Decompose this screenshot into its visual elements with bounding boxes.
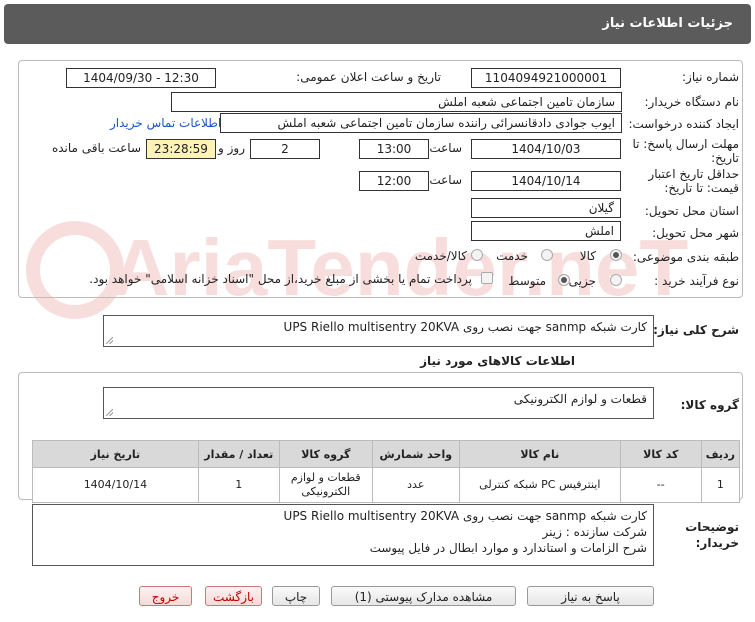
goods-group-text: قطعات و لوازم الکترونیکی [513,392,647,406]
buyer-notes-label: توضیحات [685,520,739,534]
price-validity-time-field[interactable]: 12:00 [359,171,429,191]
need-number-field[interactable]: 1104094921000001 [471,68,621,88]
table-cell: 1404/10/14 [32,467,199,503]
back-button[interactable]: بازگشت [205,586,262,606]
treasury-payment-checkbox[interactable] [481,272,493,284]
days-field[interactable]: 2 [250,139,320,159]
city-label: شهر محل تحویل: [652,226,739,240]
buyer-contact-link[interactable]: اطلاعات تماس خریدار [110,116,221,130]
reply-deadline-label: مهلت ارسال پاسخ: تا [632,137,739,151]
attachments-button[interactable]: مشاهده مدارک پیوستی (1) [331,586,516,606]
table-header-row: ردیف کد کالا نام کالا واحد شمارش گروه کا… [32,440,741,468]
buyer-notes-line: شرح الزامات و استاندارد و موارد ابطال در… [369,541,647,555]
city-field[interactable]: املش [471,221,621,241]
page-header: جزئیات اطلاعات نیاز [4,4,751,44]
reply-button[interactable]: پاسخ به نیاز [527,586,654,606]
column-header: ردیف [700,440,741,468]
category-label: طبقه بندی موضوعی: [632,250,739,264]
column-header: نام کالا [458,440,621,468]
goods-table: ردیف کد کالا نام کالا واحد شمارش گروه کا… [32,440,741,503]
announce-datetime-field[interactable]: 1404/09/30 - 12:30 [66,68,216,88]
days-label: روز و [218,141,245,155]
price-validity-label: حداقل تاریخ اعتبار [648,167,739,181]
table-cell: قطعات و لوازم الکترونیکی [278,467,373,503]
category-radio-service[interactable] [541,249,553,261]
reply-deadline-label-2: تاریخ: [711,151,739,165]
column-header: تاریخ نیاز [32,440,199,468]
goods-info-title: اطلاعات کالاهای مورد نیاز [420,354,575,368]
purchase-type-label: نوع فرآیند خرید : [654,274,739,288]
summary-text: کارت شبکه sanmp جهت نصب روی UPS Riello m… [283,320,647,334]
price-validity-date-field[interactable]: 1404/10/14 [471,171,621,191]
remaining-time-field: 23:28:59 [146,139,216,159]
treasury-payment-note: پرداخت تمام یا بخشی از مبلغ خرید،از محل … [89,272,472,286]
province-field[interactable]: گیلان [471,198,621,218]
table-row[interactable]: 1 -- اینترفیس PC شبکه کنترلی عدد قطعات و… [32,467,741,503]
requester-field[interactable]: ایوب جوادی دادقانسرائی راننده سازمان تام… [220,113,622,133]
need-number-label: شماره نیاز: [682,70,739,84]
category-option-goods: کالا [579,249,596,263]
summary-label: شرح کلی نیاز: [653,323,739,337]
table-cell: 1 [700,467,741,503]
remaining-label: ساعت باقی مانده [51,141,141,155]
province-label: استان محل تحویل: [644,204,739,218]
price-validity-time-label: ساعت [429,173,462,187]
buyer-notes-line: کارت شبکه sanmp جهت نصب روی UPS Riello m… [283,509,647,523]
column-header: کد کالا [619,440,702,468]
purchase-type-radio-medium[interactable] [558,274,570,286]
purchase-type-option-minor: جزیی [568,274,596,288]
print-button[interactable]: چاپ [272,586,320,606]
goods-group-field[interactable]: قطعات و لوازم الکترونیکی [103,387,654,419]
buyer-notes-field[interactable]: کارت شبکه sanmp جهت نصب روی UPS Riello m… [32,504,654,566]
category-option-service: خدمت [496,249,528,263]
table-cell: 1 [197,467,280,503]
column-header: گروه کالا [278,440,373,468]
column-header: واحد شمارش [371,440,460,468]
table-cell: اینترفیس PC شبکه کنترلی [458,467,621,503]
buyer-notes-line: شرکت سازنده : زینر [542,525,647,539]
purchase-type-option-medium: متوسط [508,274,546,288]
reply-date-field[interactable]: 1404/10/03 [471,139,621,159]
buyer-org-field[interactable]: سازمان تامین اجتماعی شعبه املش [171,92,622,112]
announce-datetime-label: تاریخ و ساعت اعلان عمومی: [296,70,441,84]
resize-grip-icon[interactable] [106,409,113,416]
category-option-goods-service: کالا/خدمت [414,249,467,263]
category-radio-goods-service[interactable] [471,249,483,261]
resize-grip-icon[interactable] [106,337,113,344]
category-radio-goods[interactable] [610,249,622,261]
price-validity-label-2: قیمت: تا تاریخ: [664,181,739,195]
table-cell: عدد [371,467,460,503]
buyer-org-label: نام دستگاه خریدار: [644,95,740,109]
exit-button[interactable]: خروج [139,586,192,606]
requester-label: ایجاد کننده درخواست: [628,117,739,131]
reply-time-field[interactable]: 13:00 [359,139,429,159]
purchase-type-radio-minor[interactable] [610,274,622,286]
column-header: تعداد / مقدار [197,440,280,468]
goods-group-label: گروه کالا: [680,398,739,412]
buyer-notes-label-2: خریدار: [695,536,739,550]
reply-time-label: ساعت [429,141,462,155]
table-cell: -- [619,467,702,503]
summary-field[interactable]: کارت شبکه sanmp جهت نصب روی UPS Riello m… [103,315,654,347]
